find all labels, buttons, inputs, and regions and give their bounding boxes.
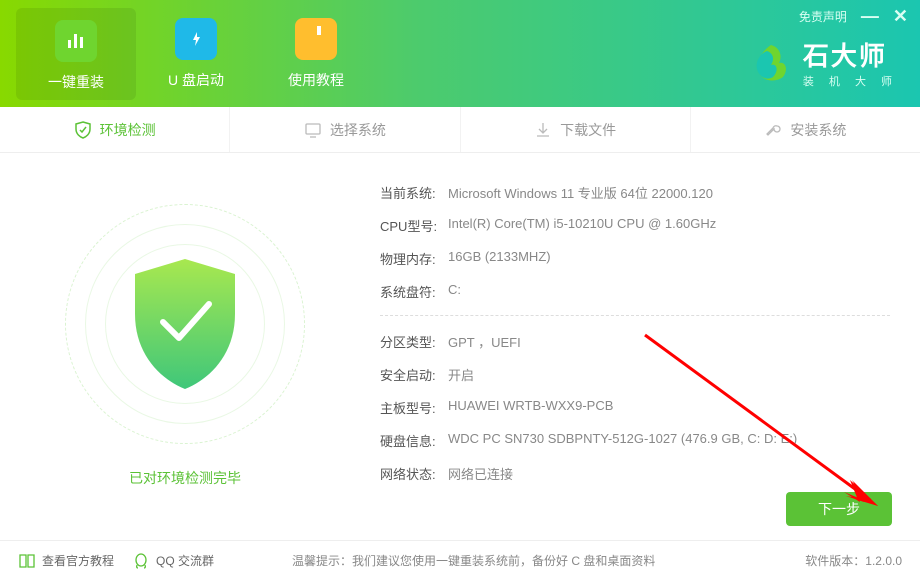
info-value-secure: 开启 xyxy=(448,365,474,384)
env-check-status: 已对环境检测完毕 xyxy=(129,468,241,488)
info-label-net: 网络状态: xyxy=(380,464,448,483)
info-label-os: 当前系统: xyxy=(380,183,448,202)
footer-link-label: 查看官方教程 xyxy=(42,552,114,569)
shield-icon xyxy=(74,121,92,139)
close-button[interactable]: ✕ xyxy=(893,6,908,27)
info-value-os: Microsoft Windows 11 专业版 64位 22000.120 xyxy=(448,183,713,202)
info-label-secure: 安全启动: xyxy=(380,365,448,384)
footer-bar: 查看官方教程 QQ 交流群 温馨提示：我们建议您使用一键重装系统前，备份好 C … xyxy=(0,540,920,580)
disclaimer-link[interactable]: 免责声明 xyxy=(799,8,847,25)
version-value: 1.2.0.0 xyxy=(865,554,902,568)
tab-label: 下载文件 xyxy=(560,120,616,140)
step-tabs: 环境检测 选择系统 下载文件 安装系统 xyxy=(0,107,920,153)
tab-select-system[interactable]: 选择系统 xyxy=(230,107,460,152)
shield-panel: 已对环境检测完毕 xyxy=(0,153,370,538)
tab-label: 安装系统 xyxy=(790,120,846,140)
tab-env-check[interactable]: 环境检测 xyxy=(0,107,230,152)
info-label-sysdrive: 系统盘符: xyxy=(380,282,448,301)
footer-qq-link[interactable]: QQ 交流群 xyxy=(132,552,214,570)
brand-title: 石大师 xyxy=(803,36,898,73)
footer-tutorial-link[interactable]: 查看官方教程 xyxy=(18,552,114,570)
brand-logo: 石大师 装 机 大 师 xyxy=(749,36,898,89)
wrench-icon xyxy=(764,121,782,139)
next-button[interactable]: 下一步 xyxy=(786,492,892,526)
info-label-mem: 物理内存: xyxy=(380,249,448,268)
tip-label: 温馨提示： xyxy=(292,554,352,568)
version-label: 软件版本： xyxy=(805,554,865,568)
info-label-board: 主板型号: xyxy=(380,398,448,417)
logo-icon xyxy=(749,41,793,85)
info-value-cpu: Intel(R) Core(TM) i5-10210U CPU @ 1.60GH… xyxy=(448,216,716,235)
nav-label: U 盘启动 xyxy=(136,70,256,90)
nav-reinstall[interactable]: 一键重装 xyxy=(16,8,136,100)
info-value-net: 网络已连接 xyxy=(448,464,513,483)
tip-text: 我们建议您使用一键重装系统前，备份好 C 盘和桌面资料 xyxy=(352,554,655,568)
monitor-icon xyxy=(304,121,322,139)
brand-subtitle: 装 机 大 师 xyxy=(803,73,898,89)
book-open-icon xyxy=(18,552,36,570)
info-label-part: 分区类型: xyxy=(380,332,448,351)
book-icon xyxy=(305,26,327,52)
tab-label: 环境检测 xyxy=(100,120,156,140)
tab-download[interactable]: 下载文件 xyxy=(461,107,691,152)
bolt-icon xyxy=(186,26,206,52)
system-info-panel: 当前系统:Microsoft Windows 11 专业版 64位 22000.… xyxy=(370,153,920,538)
app-header: 一键重装 U 盘启动 使用教程 免责声明 — ✕ 石大师 装 机 大 师 xyxy=(0,0,920,107)
nav-tutorial[interactable]: 使用教程 xyxy=(256,0,376,100)
minimize-button[interactable]: — xyxy=(861,6,879,27)
footer-version: 软件版本：1.2.0.0 xyxy=(805,552,902,569)
nav-usb-boot[interactable]: U 盘启动 xyxy=(136,0,256,100)
info-value-board: HUAWEI WRTB-WXX9-PCB xyxy=(448,398,613,417)
info-label-cpu: CPU型号: xyxy=(380,216,448,235)
info-label-disk: 硬盘信息: xyxy=(380,431,448,450)
info-value-disk: WDC PC SN730 SDBPNTY-512G-1027 (476.9 GB… xyxy=(448,431,797,450)
info-value-mem: 16GB (2133MHZ) xyxy=(448,249,551,268)
footer-link-label: QQ 交流群 xyxy=(156,552,214,569)
tab-label: 选择系统 xyxy=(330,120,386,140)
qq-icon xyxy=(132,552,150,570)
info-value-part: GPT ，UEFI xyxy=(448,332,521,351)
footer-tip: 温馨提示：我们建议您使用一键重装系统前，备份好 C 盘和桌面资料 xyxy=(292,552,655,569)
tab-install[interactable]: 安装系统 xyxy=(691,107,920,152)
nav-label: 一键重装 xyxy=(16,72,136,92)
nav-label: 使用教程 xyxy=(256,70,376,90)
download-icon xyxy=(534,121,552,139)
bars-icon xyxy=(65,30,87,52)
info-value-sysdrive: C: xyxy=(448,282,461,301)
